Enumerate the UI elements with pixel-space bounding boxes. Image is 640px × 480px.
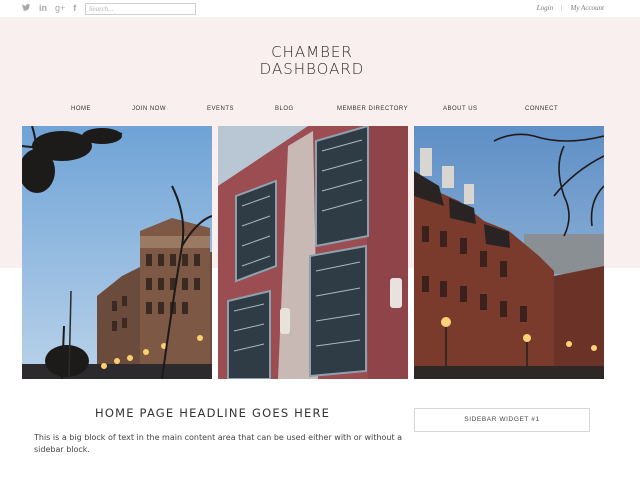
logo-line-1: CHAMBER — [271, 43, 353, 61]
nav-connect[interactable]: CONNECT — [525, 106, 558, 112]
twitter-icon[interactable] — [22, 3, 31, 15]
nav-home[interactable]: HOME — [71, 106, 91, 112]
nav-about-us[interactable]: ABOUT US — [443, 106, 478, 112]
my-account-link[interactable]: My Account — [571, 4, 605, 12]
account-links: Login | My Account — [537, 4, 604, 12]
top-bar: in g+ f Search... Login | My Account — [0, 0, 640, 17]
login-link[interactable]: Login — [537, 4, 553, 12]
page-headline: HOME PAGE HEADLINE GOES HERE — [95, 406, 331, 420]
linkedin-icon[interactable]: in — [39, 3, 47, 15]
sidebar-widget[interactable]: SIDEBAR WIDGET #1 — [414, 408, 590, 432]
hero-photo-street — [22, 126, 212, 379]
nav-join-now[interactable]: JOIN NOW — [132, 106, 166, 112]
nav-blog[interactable]: BLOG — [275, 106, 294, 112]
social-links: in g+ f — [22, 3, 76, 15]
google-plus-icon[interactable]: g+ — [55, 3, 65, 15]
hero-photo-townhouses — [414, 126, 604, 379]
nav-member-directory[interactable]: MEMBER DIRECTORY — [337, 106, 408, 112]
main-body-text: This is a big block of text in the main … — [34, 433, 403, 454]
logo-line-2: DASHBOARD — [259, 60, 365, 78]
main-nav: HOME JOIN NOW EVENTS BLOG MEMBER DIRECTO… — [0, 106, 640, 116]
search-input[interactable]: Search... — [85, 3, 196, 15]
nav-events[interactable]: EVENTS — [207, 106, 234, 112]
separator: | — [561, 4, 563, 12]
facebook-icon[interactable]: f — [73, 3, 76, 15]
sidebar-widget-title: SIDEBAR WIDGET #1 — [464, 416, 540, 423]
hero-photo-windows — [218, 126, 408, 379]
site-logo[interactable]: CHAMBER DASHBOARD — [256, 44, 368, 78]
